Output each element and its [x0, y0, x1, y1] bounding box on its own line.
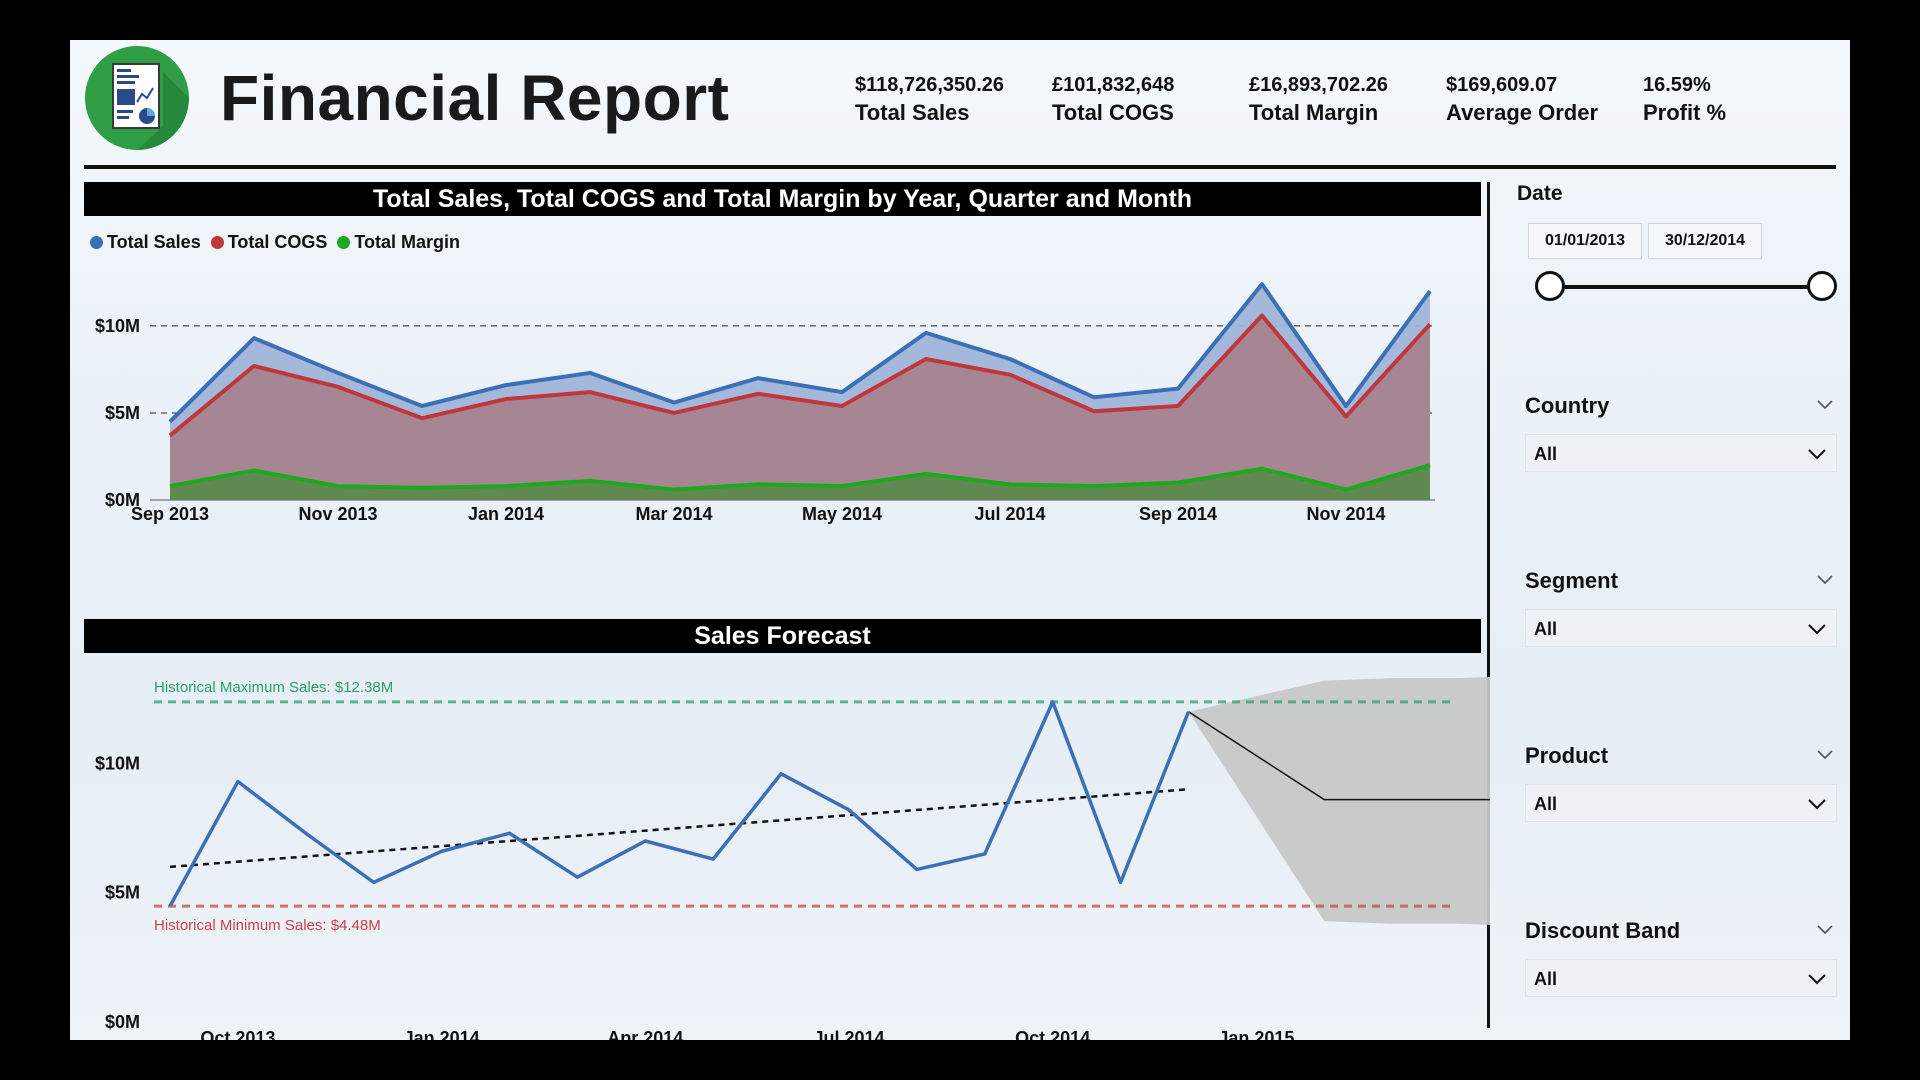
y-tick-label: $0M: [105, 1012, 140, 1032]
kpi-label: Total Sales: [855, 100, 970, 125]
kpi-average-order: $169,609.07 Average Order: [1446, 72, 1643, 128]
slicer-label: Discount Band: [1525, 918, 1681, 943]
kpi-label: Average Order: [1446, 100, 1599, 125]
y-tick-label: $5M: [105, 403, 140, 423]
segment-dropdown[interactable]: All: [1525, 609, 1837, 647]
legend-swatch: [210, 236, 224, 249]
kpi-value: $169,609.07: [1446, 74, 1558, 96]
page-title: Financial Report: [220, 62, 730, 134]
kpi-label: Total COGS: [1052, 100, 1174, 125]
x-tick-label: Jul 2014: [813, 1028, 884, 1040]
y-tick-label: $10M: [95, 316, 140, 336]
slicer-header[interactable]: Country: [1525, 390, 1837, 422]
segment-slicer: Segment All: [1525, 565, 1837, 647]
country-slicer: Country All: [1525, 390, 1837, 472]
kpi-value: 16.59%: [1643, 74, 1711, 96]
chevron-down-icon: [1808, 449, 1826, 460]
date-start-input[interactable]: 01/01/2013: [1528, 223, 1642, 259]
x-tick-label: Mar 2014: [635, 504, 712, 524]
kpi-value: £101,832,648: [1052, 74, 1175, 96]
x-tick-label: Apr 2014: [607, 1028, 683, 1040]
legend-item-total-sales[interactable]: Total Sales: [90, 232, 201, 253]
area-chart-legend: Total Sales Total COGS Total Margin: [90, 232, 460, 253]
date-slider-start-handle[interactable]: [1535, 271, 1565, 301]
slicer-header[interactable]: Discount Band: [1525, 915, 1837, 947]
slicer-header[interactable]: Segment: [1525, 565, 1837, 597]
forecast-confidence-band: [1188, 676, 1490, 925]
y-tick-label: $5M: [105, 883, 140, 903]
x-tick-label: Jan 2014: [468, 504, 544, 524]
date-slider-end-handle[interactable]: [1807, 271, 1837, 301]
chevron-down-icon: [1808, 974, 1826, 985]
x-tick-label: Sep 2014: [1139, 504, 1217, 524]
x-tick-label: Oct 2013: [200, 1028, 275, 1040]
x-tick-label: Nov 2014: [1306, 504, 1385, 524]
kpi-total-sales: $118,726,350.26 Total Sales: [855, 72, 1052, 128]
slicer-label: Segment: [1525, 568, 1618, 593]
date-slider-track[interactable]: [1550, 285, 1822, 289]
header-divider: [84, 165, 1836, 169]
kpi-row: $118,726,350.26 Total Sales £101,832,648…: [855, 72, 1840, 128]
date-slicer-title: Date: [1517, 182, 1563, 205]
product-slicer: Product All: [1525, 740, 1837, 822]
discount-band-slicer: Discount Band All: [1525, 915, 1837, 997]
area-chart-title: Total Sales, Total COGS and Total Margin…: [84, 182, 1481, 216]
legend-swatch: [337, 236, 351, 249]
y-tick-label: $10M: [95, 753, 140, 773]
kpi-value: £16,893,702.26: [1249, 74, 1389, 96]
kpi-total-cogs: £101,832,648 Total COGS: [1052, 72, 1249, 128]
kpi-label: Total Margin: [1249, 100, 1379, 125]
chevron-down-icon[interactable]: [1815, 919, 1835, 939]
slicer-header[interactable]: Product: [1525, 740, 1837, 772]
legend-label: Total Sales: [107, 232, 201, 252]
chevron-down-icon[interactable]: [1815, 744, 1835, 764]
reference-line-label: Historical Minimum Sales: $4.48M: [154, 917, 381, 934]
slicer-label: Product: [1525, 743, 1609, 768]
series-line-total-sales: [168, 700, 1191, 907]
x-tick-label: Nov 2013: [298, 504, 377, 524]
x-tick-label: Jan 2015: [1218, 1028, 1294, 1040]
legend-item-total-margin[interactable]: Total Margin: [337, 232, 460, 253]
country-dropdown[interactable]: All: [1525, 434, 1837, 472]
product-dropdown[interactable]: All: [1525, 784, 1837, 822]
x-tick-label: Jan 2014: [404, 1028, 480, 1040]
legend-label: Total Margin: [354, 232, 461, 252]
kpi-profit-percent: 16.59% Profit %: [1643, 72, 1840, 128]
dropdown-value: All: [1534, 619, 1558, 639]
dropdown-value: All: [1534, 969, 1558, 989]
chevron-down-icon[interactable]: [1815, 569, 1835, 589]
report-document-icon: [85, 46, 189, 150]
chevron-down-icon: [1808, 799, 1826, 810]
x-tick-label: Sep 2013: [131, 504, 209, 524]
slicer-label: Country: [1525, 393, 1610, 418]
dashboard-canvas: Financial Report $118,726,350.26 Total S…: [70, 40, 1850, 1040]
discount-band-dropdown[interactable]: All: [1525, 959, 1837, 997]
reference-line-label: Historical Maximum Sales: $12.38M: [154, 679, 393, 696]
legend-item-total-cogs[interactable]: Total COGS: [210, 232, 328, 253]
date-end-input[interactable]: 30/12/2014: [1648, 223, 1762, 259]
kpi-total-margin: £16,893,702.26 Total Margin: [1249, 72, 1446, 128]
legend-swatch: [90, 236, 103, 249]
dropdown-value: All: [1534, 794, 1558, 814]
forecast-chart-title: Sales Forecast: [84, 619, 1481, 653]
area-chart: $10M$5M$0MSep 2013 Nov 2013 Jan 2014 Mar 20…: [95, 282, 1435, 524]
kpi-label: Profit %: [1643, 100, 1727, 125]
kpi-value: $118,726,350.26: [855, 74, 1005, 96]
x-tick-label: Oct 2014: [1015, 1028, 1090, 1040]
x-tick-label: May 2014: [802, 504, 882, 524]
trend-line: [169, 788, 1189, 869]
forecast-chart: $10M $5M $0M Historical Maximum Sales: $12.…: [95, 676, 1490, 1040]
chevron-down-icon[interactable]: [1815, 394, 1835, 414]
dropdown-value: All: [1534, 444, 1558, 464]
x-tick-label: Jul 2014: [974, 504, 1045, 524]
legend-label: Total COGS: [227, 232, 328, 252]
chevron-down-icon: [1808, 624, 1826, 635]
